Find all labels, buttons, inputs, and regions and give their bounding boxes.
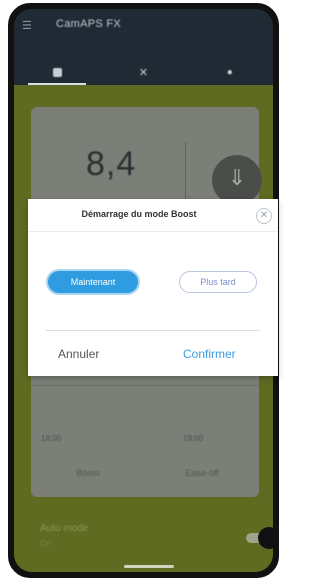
ease-off-card-button[interactable]: Ease-off xyxy=(145,459,259,487)
cross-icon: ✕ xyxy=(138,66,149,79)
home-indicator[interactable] xyxy=(124,565,174,568)
boost-dialog: Démarrage du mode Boost ✕ Maintenant Plu… xyxy=(28,199,278,376)
tab-drop[interactable]: ● xyxy=(187,59,273,85)
dialog-header: Démarrage du mode Boost ✕ xyxy=(28,199,278,232)
chart-area xyxy=(31,385,259,441)
auto-mode-toggle[interactable] xyxy=(258,527,273,549)
app-title: CamAPS FX xyxy=(56,18,122,30)
option-later-button[interactable]: Plus tard xyxy=(179,271,257,293)
home-icon xyxy=(52,67,62,77)
menu-icon[interactable]: ☰ xyxy=(22,21,34,32)
dialog-separator xyxy=(46,330,260,331)
card-button-row: Boost Ease-off xyxy=(31,459,259,487)
app-bar: ☰ CamAPS FX ✕ ● xyxy=(14,9,273,85)
auto-mode-status: On xyxy=(40,539,51,548)
glucose-value: 8,4 xyxy=(86,145,137,183)
arrow-down-icon: ⇓ xyxy=(227,165,247,190)
tab-cross[interactable]: ✕ xyxy=(100,59,186,85)
drop-icon: ● xyxy=(226,66,233,78)
cancel-button[interactable]: Annuler xyxy=(58,347,99,361)
card-divider xyxy=(185,142,186,204)
tab-home[interactable] xyxy=(14,59,100,85)
dialog-title: Démarrage du mode Boost xyxy=(81,209,197,219)
confirm-button[interactable]: Confirmer xyxy=(183,347,236,361)
time-tick-right: 19:00 xyxy=(183,434,204,443)
boost-card-button[interactable]: Boost xyxy=(31,459,145,487)
tab-bar: ✕ ● xyxy=(14,59,273,85)
time-tick-left: 18:00 xyxy=(41,434,62,443)
boost-button[interactable]: ⇓ xyxy=(212,155,262,205)
option-now-button[interactable]: Maintenant xyxy=(48,271,138,293)
auto-mode-label: Auto mode xyxy=(40,523,89,534)
close-icon[interactable]: ✕ xyxy=(256,208,272,224)
